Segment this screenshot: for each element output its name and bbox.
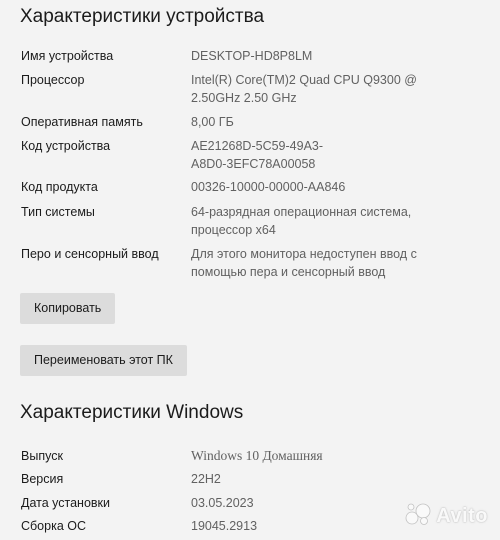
spec-label: Имя устройства — [21, 49, 114, 63]
spec-value[interactable]: 22H2 — [191, 470, 491, 488]
spec-value[interactable]: 64-разрядная операционная система, проце… — [191, 203, 491, 239]
spec-value[interactable]: 8,00 ГБ — [191, 113, 491, 131]
spec-value[interactable]: 00326-10000-00000-AA846 — [191, 178, 491, 196]
spec-value[interactable]: AE21268D-5C59-49A3- A8D0-3EFC78A00058 — [191, 137, 491, 173]
spec-value[interactable]: DESKTOP-HD8P8LM — [191, 47, 491, 65]
spec-label: Код продукта — [21, 180, 98, 194]
spec-label: Сборка ОС — [21, 519, 87, 533]
watermark-text: Avito — [436, 505, 488, 527]
windows-section-title: Характеристики Windows — [20, 402, 244, 423]
spec-value[interactable]: Windows 10 Домашняя — [191, 447, 491, 465]
spec-label: Дата установки — [21, 496, 110, 510]
avito-watermark: Avito — [405, 503, 488, 530]
spec-label: Оперативная память — [21, 115, 143, 129]
spec-label: Версия — [21, 472, 64, 486]
spec-label: Выпуск — [21, 449, 63, 463]
copy-button[interactable]: Копировать — [20, 293, 116, 324]
rename-pc-button[interactable]: Переименовать этот ПК — [20, 345, 187, 376]
spec-label: Тип системы — [21, 205, 95, 219]
spec-label: Код устройства — [21, 139, 111, 153]
device-section-title: Характеристики устройства — [20, 6, 265, 27]
spec-value[interactable]: Intel(R) Core(TM)2 Quad CPU Q9300 @ 2.50… — [191, 71, 491, 107]
avito-logo-icon — [405, 503, 431, 530]
spec-label: Перо и сенсорный ввод — [21, 247, 159, 261]
spec-value[interactable]: Для этого монитора недоступен ввод с пом… — [191, 245, 491, 281]
spec-label: Процессор — [21, 73, 85, 87]
